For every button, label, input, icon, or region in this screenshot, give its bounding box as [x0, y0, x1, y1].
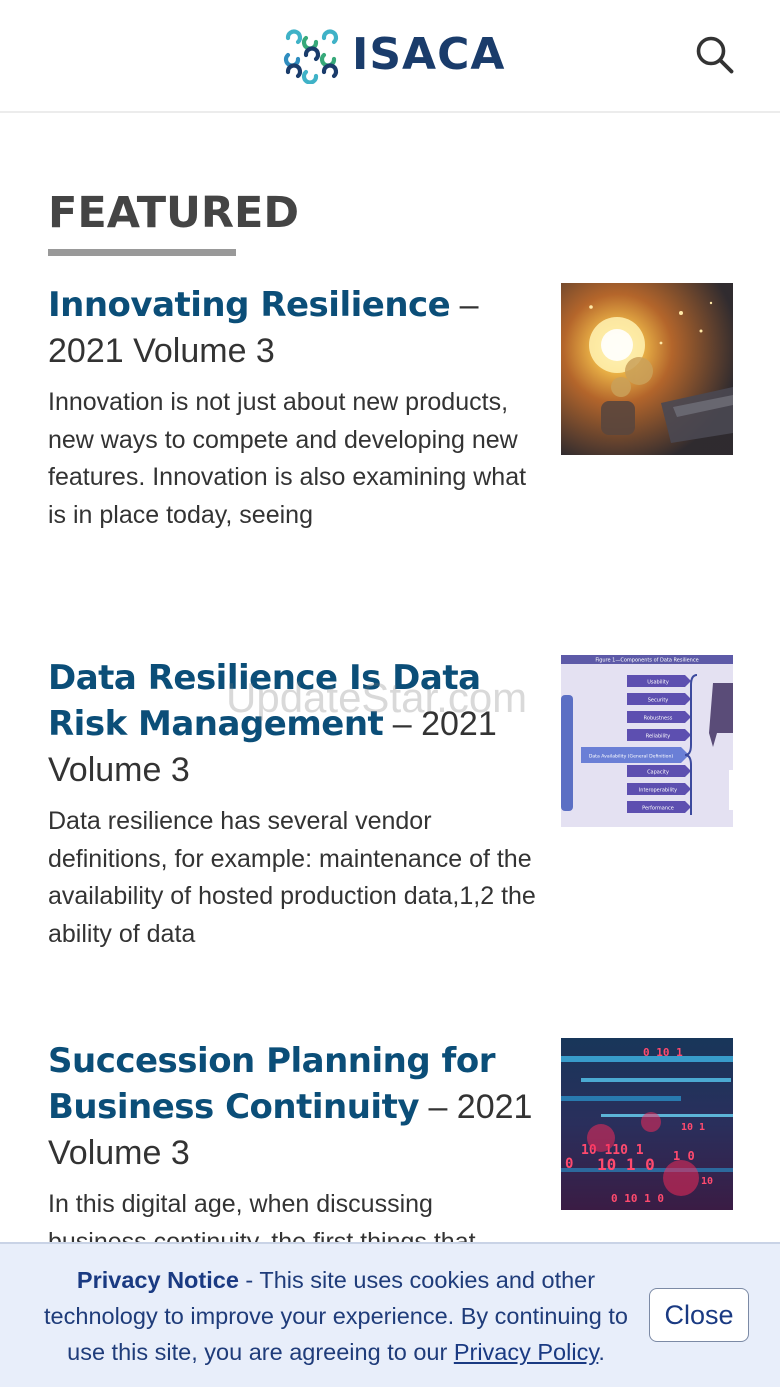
article-title-block: Innovating Resilience – 2021 Volume 3	[48, 282, 538, 374]
component-label: Robustness	[644, 716, 673, 722]
figure-center-label: Data Availability (General Definition)	[589, 754, 674, 760]
component-label: Security	[648, 698, 669, 704]
search-icon	[696, 36, 734, 74]
privacy-end: .	[598, 1339, 605, 1365]
privacy-policy-link[interactable]: Privacy Policy	[454, 1339, 599, 1365]
binary-code-image: 0 10 1 10 1 10 110 1 0 10 1 0 1 0 0 10 1…	[561, 1038, 733, 1210]
article-card: Succession Planning for Business Continu…	[48, 1038, 738, 1261]
article-title-link[interactable]: Innovating Resilience	[48, 285, 451, 325]
lightbulb-gears-image	[561, 283, 733, 455]
component-label: Usability	[647, 680, 669, 686]
article-card: Innovating Resilience – 2021 Volume 3 In…	[48, 282, 738, 534]
component-label: Interoperability	[639, 788, 677, 794]
article-excerpt: Innovation is not just about new product…	[48, 388, 527, 529]
privacy-title: Privacy Notice	[76, 1267, 239, 1293]
component-label: Reliability	[646, 734, 670, 740]
figure-caption: Figure 1—Components of Data Resilience	[595, 658, 698, 664]
article-excerpt: Data resilience has several vendor defin…	[48, 807, 536, 948]
article-title-block: Data Resilience Is Data Risk Management …	[48, 655, 538, 793]
component-label: Capacity	[647, 770, 669, 776]
site-header: ISACA	[0, 0, 780, 113]
svg-text:10: 10	[701, 1176, 713, 1187]
article-title-block: Succession Planning for Business Continu…	[48, 1038, 538, 1176]
svg-text:0 10 1: 0 10 1	[643, 1046, 683, 1059]
isaca-logo[interactable]: ISACA	[282, 24, 505, 84]
privacy-banner: Privacy Notice - This site uses cookies …	[0, 1242, 780, 1387]
data-resilience-diagram-image: Figure 1—Components of Data Resilience D…	[561, 655, 733, 827]
article-card: Data Resilience Is Data Risk Management …	[48, 655, 738, 953]
featured-heading: FEATURED	[48, 188, 300, 238]
svg-text:10 1: 10 1	[681, 1122, 705, 1133]
featured-underline	[48, 249, 236, 256]
search-button[interactable]	[690, 30, 740, 80]
article-thumbnail[interactable]: 0 10 1 10 1 10 110 1 0 10 1 0 1 0 0 10 1…	[561, 1038, 733, 1210]
svg-text:10 1 0: 10 1 0	[597, 1155, 655, 1174]
close-button[interactable]: Close	[649, 1288, 749, 1342]
privacy-message: Privacy Notice - This site uses cookies …	[36, 1262, 636, 1370]
article-thumbnail[interactable]	[561, 283, 733, 455]
component-label: Performance	[642, 806, 674, 812]
svg-text:0: 0	[565, 1156, 573, 1172]
logo-text: ISACA	[352, 28, 506, 80]
svg-text:0 10 1 0: 0 10 1 0	[611, 1192, 664, 1205]
article-thumbnail[interactable]: Figure 1—Components of Data Resilience D…	[561, 655, 733, 827]
isaca-logo-icon	[283, 29, 339, 84]
